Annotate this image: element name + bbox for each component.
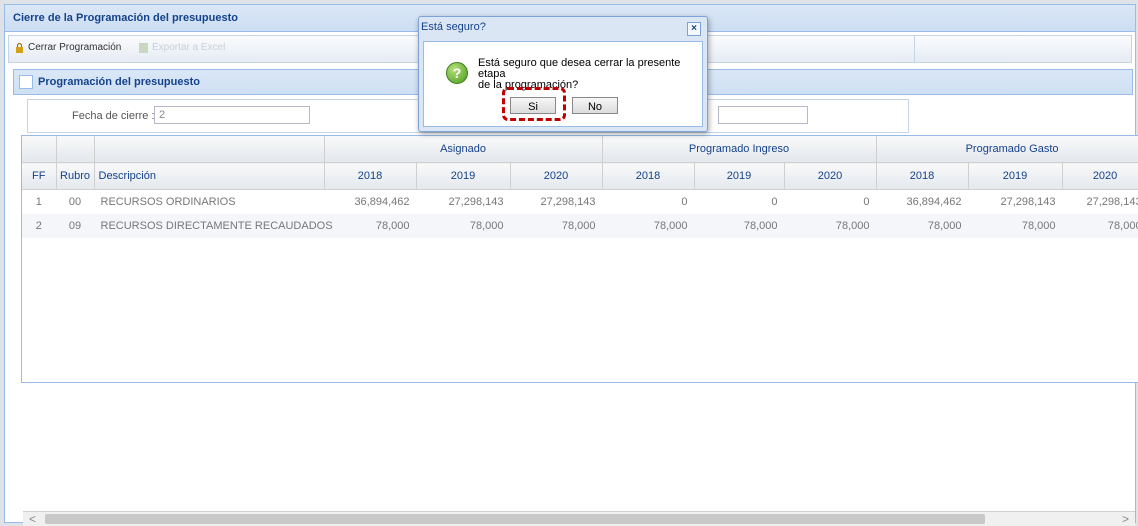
group-header-empty [56, 136, 95, 163]
cell-value: 36,894,462 [354, 196, 410, 208]
window-title: Cierre de la Programación del presupuest… [13, 12, 238, 24]
export-excel-label: Exportar a Excel [152, 42, 226, 53]
cell-value: 27,298,143 [448, 196, 504, 208]
col-header-gasto-2020[interactable]: 2020 [1062, 162, 1138, 190]
cell-value: 0 [681, 196, 688, 208]
cell-value: 27,298,143 [1086, 196, 1138, 208]
cell-descripcion: RECURSOS DIRECTAMENTE RECAUDADOS [94, 214, 333, 238]
col-header-rubro[interactable]: Rubro [56, 162, 95, 190]
group-header-asignado: Asignado [324, 136, 603, 163]
cell-value: 0 [863, 196, 870, 208]
toolbar-divider [914, 36, 915, 62]
col-header-asignado-2018[interactable]: 2018 [324, 162, 417, 190]
scroll-right-icon[interactable]: > [1122, 512, 1129, 526]
col-header-asignado-2020[interactable]: 2020 [510, 162, 603, 190]
cell-value: 78,000 [784, 214, 877, 238]
col-header-descripcion[interactable]: Descripción [94, 162, 325, 190]
panel-collapse-checkbox[interactable] [19, 75, 33, 89]
secondary-field[interactable] [718, 106, 808, 124]
col-header-asignado-2019[interactable]: 2019 [416, 162, 511, 190]
col-header-ingreso-2018[interactable]: 2018 [602, 162, 695, 190]
group-header-gasto: Programado Gasto [876, 136, 1138, 163]
cell-rubro: 09 [56, 214, 94, 238]
excel-icon [139, 42, 148, 53]
cell-rubro: 00 [68, 196, 82, 208]
cell-value: 36,894,462 [906, 196, 962, 208]
col-header-gasto-2018[interactable]: 2018 [876, 162, 969, 190]
close-icon[interactable]: × [687, 22, 701, 36]
cell-descripcion: RECURSOS ORDINARIOS [100, 196, 236, 208]
no-button[interactable]: No [572, 97, 618, 114]
table-row[interactable]: 2 09 RECURSOS DIRECTAMENTE RECAUDADOS 78… [22, 214, 1138, 238]
col-header-ingreso-2019[interactable]: 2019 [694, 162, 785, 190]
scroll-left-icon[interactable]: < [29, 512, 36, 526]
close-programming-label: Cerrar Programación [28, 42, 122, 53]
panel-title: Programación del presupuesto [38, 76, 200, 88]
cell-value: 78,000 [694, 214, 785, 238]
cell-value: 27,298,143 [1000, 196, 1056, 208]
horizontal-scrollbar[interactable]: < > [23, 511, 1135, 526]
cell-value: 78,000 [602, 214, 695, 238]
cell-value: 78,000 [1062, 214, 1138, 238]
cell-value: 27,298,143 [540, 196, 596, 208]
col-header-ff[interactable]: FF [22, 162, 57, 190]
cell-value: 78,000 [510, 214, 603, 238]
cell-value: 78,000 [416, 214, 510, 238]
group-header-ingreso: Programado Ingreso [602, 136, 877, 163]
closing-date-label: Fecha de cierre : [72, 110, 155, 122]
group-header-empty [94, 136, 325, 163]
dialog-title: Está seguro? [421, 21, 486, 33]
lock-icon [16, 42, 23, 53]
question-icon: ? [446, 62, 468, 84]
close-programming-button[interactable]: Cerrar Programación [15, 42, 121, 53]
budget-table: Asignado Programado Ingreso Programado G… [22, 136, 1138, 238]
yes-button-highlight [502, 87, 566, 121]
table-row[interactable]: 1 00 RECURSOS ORDINARIOS 36,894,462 27,2… [22, 190, 1138, 215]
group-header-empty [22, 136, 57, 163]
budget-grid: Asignado Programado Ingreso Programado G… [21, 135, 1138, 383]
export-excel-button[interactable]: Exportar a Excel [139, 42, 225, 53]
col-header-gasto-2019[interactable]: 2019 [968, 162, 1063, 190]
cell-value: 78,000 [876, 214, 969, 238]
cell-ff: 1 [35, 196, 42, 208]
cell-value: 78,000 [324, 214, 416, 238]
scrollbar-thumb[interactable] [45, 514, 985, 524]
cell-value: 78,000 [968, 214, 1063, 238]
closing-date-field[interactable]: 2 [154, 106, 310, 124]
cell-ff: 2 [22, 214, 56, 238]
dialog-message-line1: Está seguro que desea cerrar la presente… [478, 57, 681, 80]
cell-value: 0 [771, 196, 778, 208]
col-header-ingreso-2020[interactable]: 2020 [784, 162, 877, 190]
